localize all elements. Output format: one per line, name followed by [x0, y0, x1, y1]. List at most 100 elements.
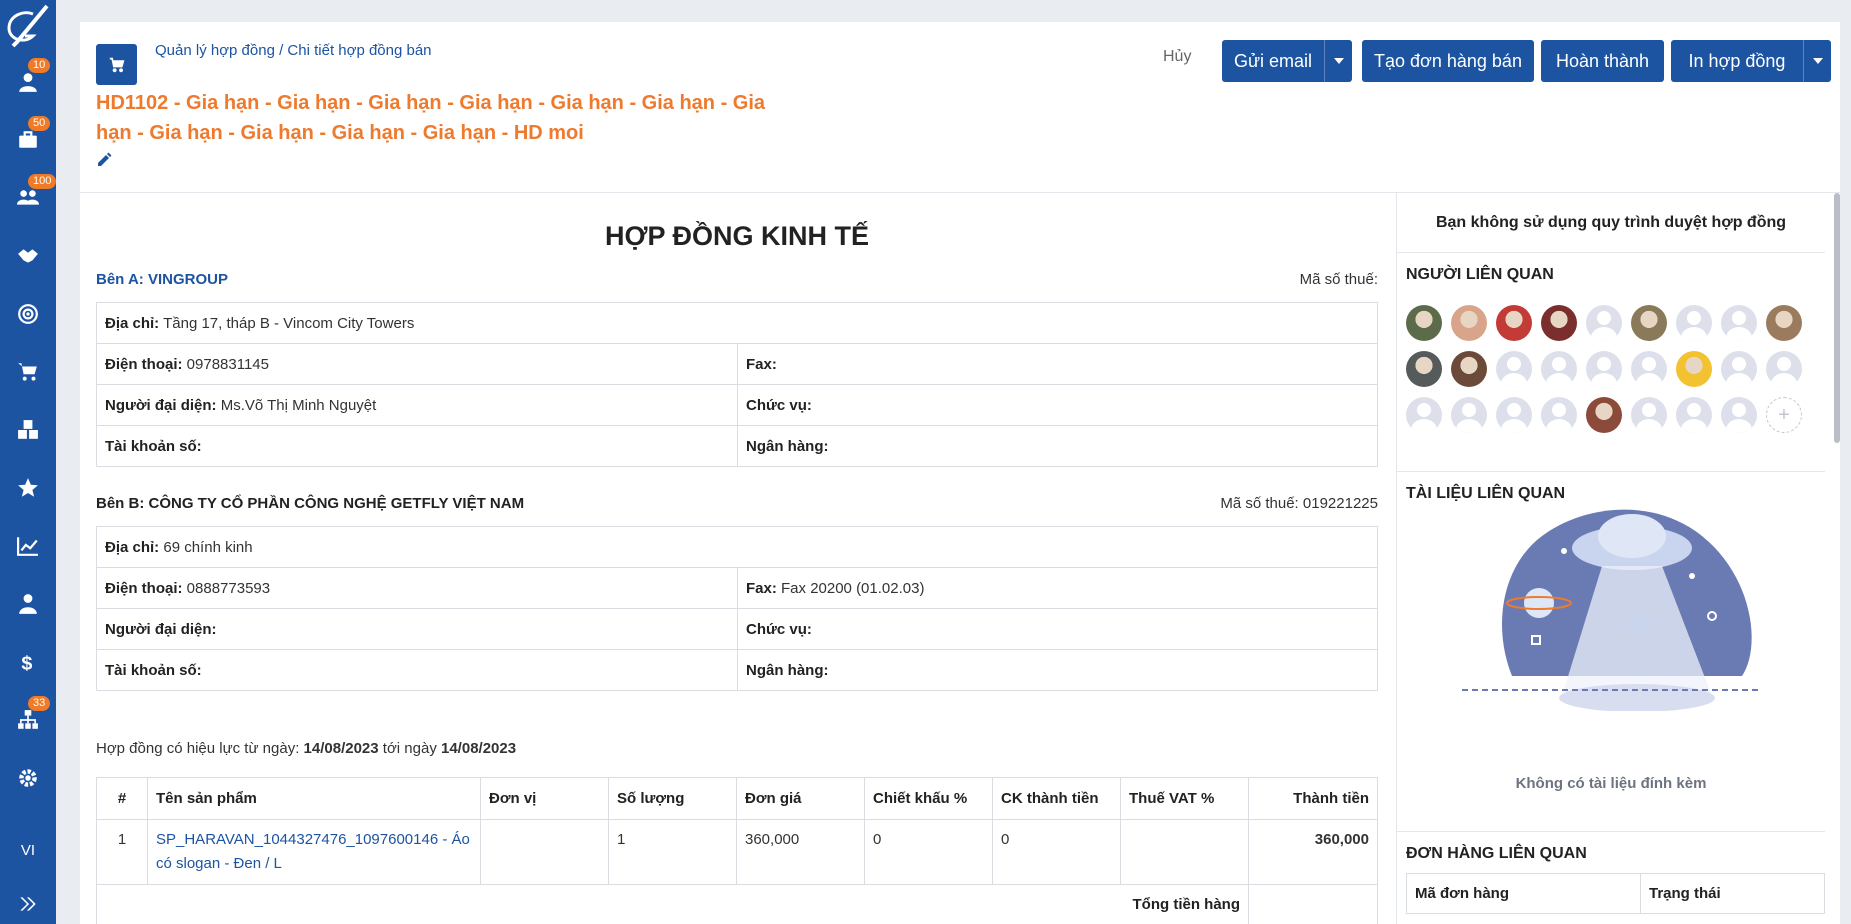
avatar[interactable]	[1496, 305, 1532, 341]
dollar-icon: $	[21, 653, 32, 673]
print-contract-button[interactable]: In hợp đồng	[1671, 40, 1831, 82]
table-row: 1 SP_HARAVAN_1044327476_1097600146 - Áo …	[96, 819, 1378, 885]
main-panel: Quản lý hợp đồng / Chi tiết hợp đồng bán…	[80, 22, 1840, 924]
sidebar-item-user-tie[interactable]	[0, 584, 56, 624]
avatar[interactable]	[1586, 397, 1622, 433]
section-divider	[1397, 471, 1825, 472]
send-email-label: Gửi email	[1233, 50, 1313, 71]
party-b-fax: Fax 20200 (01.02.03)	[781, 579, 925, 597]
avatar[interactable]	[1721, 305, 1757, 341]
avatar[interactable]	[1406, 351, 1442, 387]
complete-button[interactable]: Hoàn thành	[1541, 40, 1664, 82]
party-a-address: Tầng 17, tháp B - Vincom City Towers	[163, 314, 415, 332]
avatar[interactable]	[1451, 351, 1487, 387]
party-b-phone: 0888773593	[186, 579, 271, 597]
effective-to: 14/08/2023	[441, 740, 517, 757]
app-logo[interactable]	[3, 2, 53, 50]
create-sales-order-button[interactable]: Tạo đơn hàng bán	[1362, 40, 1534, 82]
sidebar-item-user[interactable]: 10	[0, 58, 56, 102]
sidebar-item-handshake[interactable]	[0, 236, 56, 276]
sidebar-item-dollar[interactable]: $	[0, 642, 56, 682]
avatar[interactable]	[1406, 305, 1442, 341]
related-people-title: NGƯỜI LIÊN QUAN	[1406, 266, 1554, 283]
notification-badge: 10	[28, 58, 51, 73]
print-dropdown[interactable]	[1803, 40, 1831, 82]
sitemap-icon	[18, 710, 38, 729]
gear-icon	[19, 769, 37, 787]
language-label: VI	[20, 841, 36, 859]
party-a-phone: 0978831145	[186, 355, 269, 373]
sidebar-item-star[interactable]	[0, 468, 56, 508]
avatar[interactable]	[1631, 305, 1667, 341]
language-switch[interactable]: VI	[0, 830, 56, 870]
sidebar-item-target[interactable]	[0, 294, 56, 334]
target-icon	[18, 304, 38, 324]
avatar[interactable]	[1676, 351, 1712, 387]
avatar[interactable]	[1766, 351, 1802, 387]
avatar[interactable]	[1496, 351, 1532, 387]
sidebar-item-briefcase[interactable]: 50	[0, 116, 56, 160]
handshake-icon	[18, 249, 38, 263]
no-documents-text: Không có tài liệu đính kèm	[1515, 775, 1707, 792]
product-link[interactable]: SP_HARAVAN_1044327476_1097600146 - Áo có…	[156, 831, 470, 872]
party-a-representative: Ms.Võ Thị Minh Nguyệt	[220, 396, 377, 414]
avatar[interactable]	[1721, 351, 1757, 387]
send-email-dropdown[interactable]	[1324, 40, 1352, 82]
scrollbar[interactable]	[1834, 193, 1840, 443]
subtotal-label: Tổng tiền hàng	[96, 884, 1249, 924]
pencil-icon[interactable]	[96, 152, 112, 168]
breadcrumb[interactable]: Quản lý hợp đồng / Chi tiết hợp đồng bán	[155, 42, 432, 59]
row-total: 360,000	[1248, 819, 1378, 885]
sidebar-item-users[interactable]: 100	[0, 174, 57, 218]
cart-button[interactable]	[96, 44, 137, 85]
avatar[interactable]	[1451, 397, 1487, 433]
avatar[interactable]	[1676, 305, 1712, 341]
party-b-address: 69 chính kinh	[163, 538, 253, 556]
avatar[interactable]	[1721, 397, 1757, 433]
expand-sidebar-button[interactable]	[0, 884, 56, 924]
party-b-tax: Mã số thuế: 019221225	[1220, 495, 1378, 512]
avatar[interactable]	[1631, 397, 1667, 433]
sidebar-item-cubes[interactable]	[0, 410, 56, 450]
caret-down-icon	[1333, 58, 1344, 64]
briefcase-icon	[19, 131, 37, 148]
avatar[interactable]	[1586, 305, 1622, 341]
party-b-header: Bên B: CÔNG TY CỔ PHẦN CÔNG NGHỆ GETFLY …	[96, 495, 1378, 512]
avatar[interactable]	[1631, 351, 1667, 387]
related-orders-title: ĐƠN HÀNG LIÊN QUAN	[1406, 845, 1587, 862]
sidebar-item-chart-line[interactable]	[0, 526, 56, 566]
user-icon	[19, 73, 37, 92]
sidebar-item-cart[interactable]	[0, 352, 56, 392]
avatar[interactable]	[1451, 305, 1487, 341]
send-email-button[interactable]: Gửi email	[1222, 40, 1352, 82]
avatar[interactable]	[1406, 397, 1442, 433]
avatar[interactable]	[1541, 397, 1577, 433]
empty-docs-illustration	[1452, 476, 1782, 712]
avatar[interactable]	[1766, 305, 1802, 341]
party-a-name: Bên A: VINGROUP	[96, 271, 228, 288]
avatar[interactable]	[1676, 397, 1712, 433]
party-b-table: Địa chỉ: 69 chính kinh Điện thoại: 08887…	[96, 526, 1378, 691]
avatar[interactable]	[1541, 305, 1577, 341]
avatar[interactable]	[1586, 351, 1622, 387]
sidebar: 10 50 100 $33 VI	[0, 0, 57, 924]
add-person-button[interactable]: +	[1766, 397, 1802, 433]
cart-icon	[18, 363, 37, 381]
sidebar-item-sitemap[interactable]: 33	[0, 696, 56, 740]
cart-icon	[109, 57, 124, 72]
section-divider	[1397, 831, 1825, 832]
avatar[interactable]	[1496, 397, 1532, 433]
party-a-header: Bên A: VINGROUP Mã số thuế:	[96, 271, 1378, 288]
products-header-row: # Tên sản phẩm Đơn vị Số lượng Đơn giá C…	[96, 777, 1378, 820]
party-b-name: Bên B: CÔNG TY CỔ PHẦN CÔNG NGHỆ GETFLY …	[96, 495, 525, 512]
print-contract-label: In hợp đồng	[1688, 50, 1786, 71]
svg-text:$: $	[21, 653, 32, 673]
sidebar-item-gear[interactable]	[0, 758, 56, 798]
notification-badge: 33	[28, 696, 51, 711]
cancel-button[interactable]: Hủy	[1163, 48, 1191, 66]
party-a-table: Địa chỉ: Tầng 17, tháp B - Vincom City T…	[96, 302, 1378, 467]
user-tie-icon	[19, 594, 37, 614]
related-orders-table: Mã đơn hàng Trạng thái	[1406, 873, 1825, 914]
avatar[interactable]	[1541, 351, 1577, 387]
star-icon	[18, 478, 38, 497]
